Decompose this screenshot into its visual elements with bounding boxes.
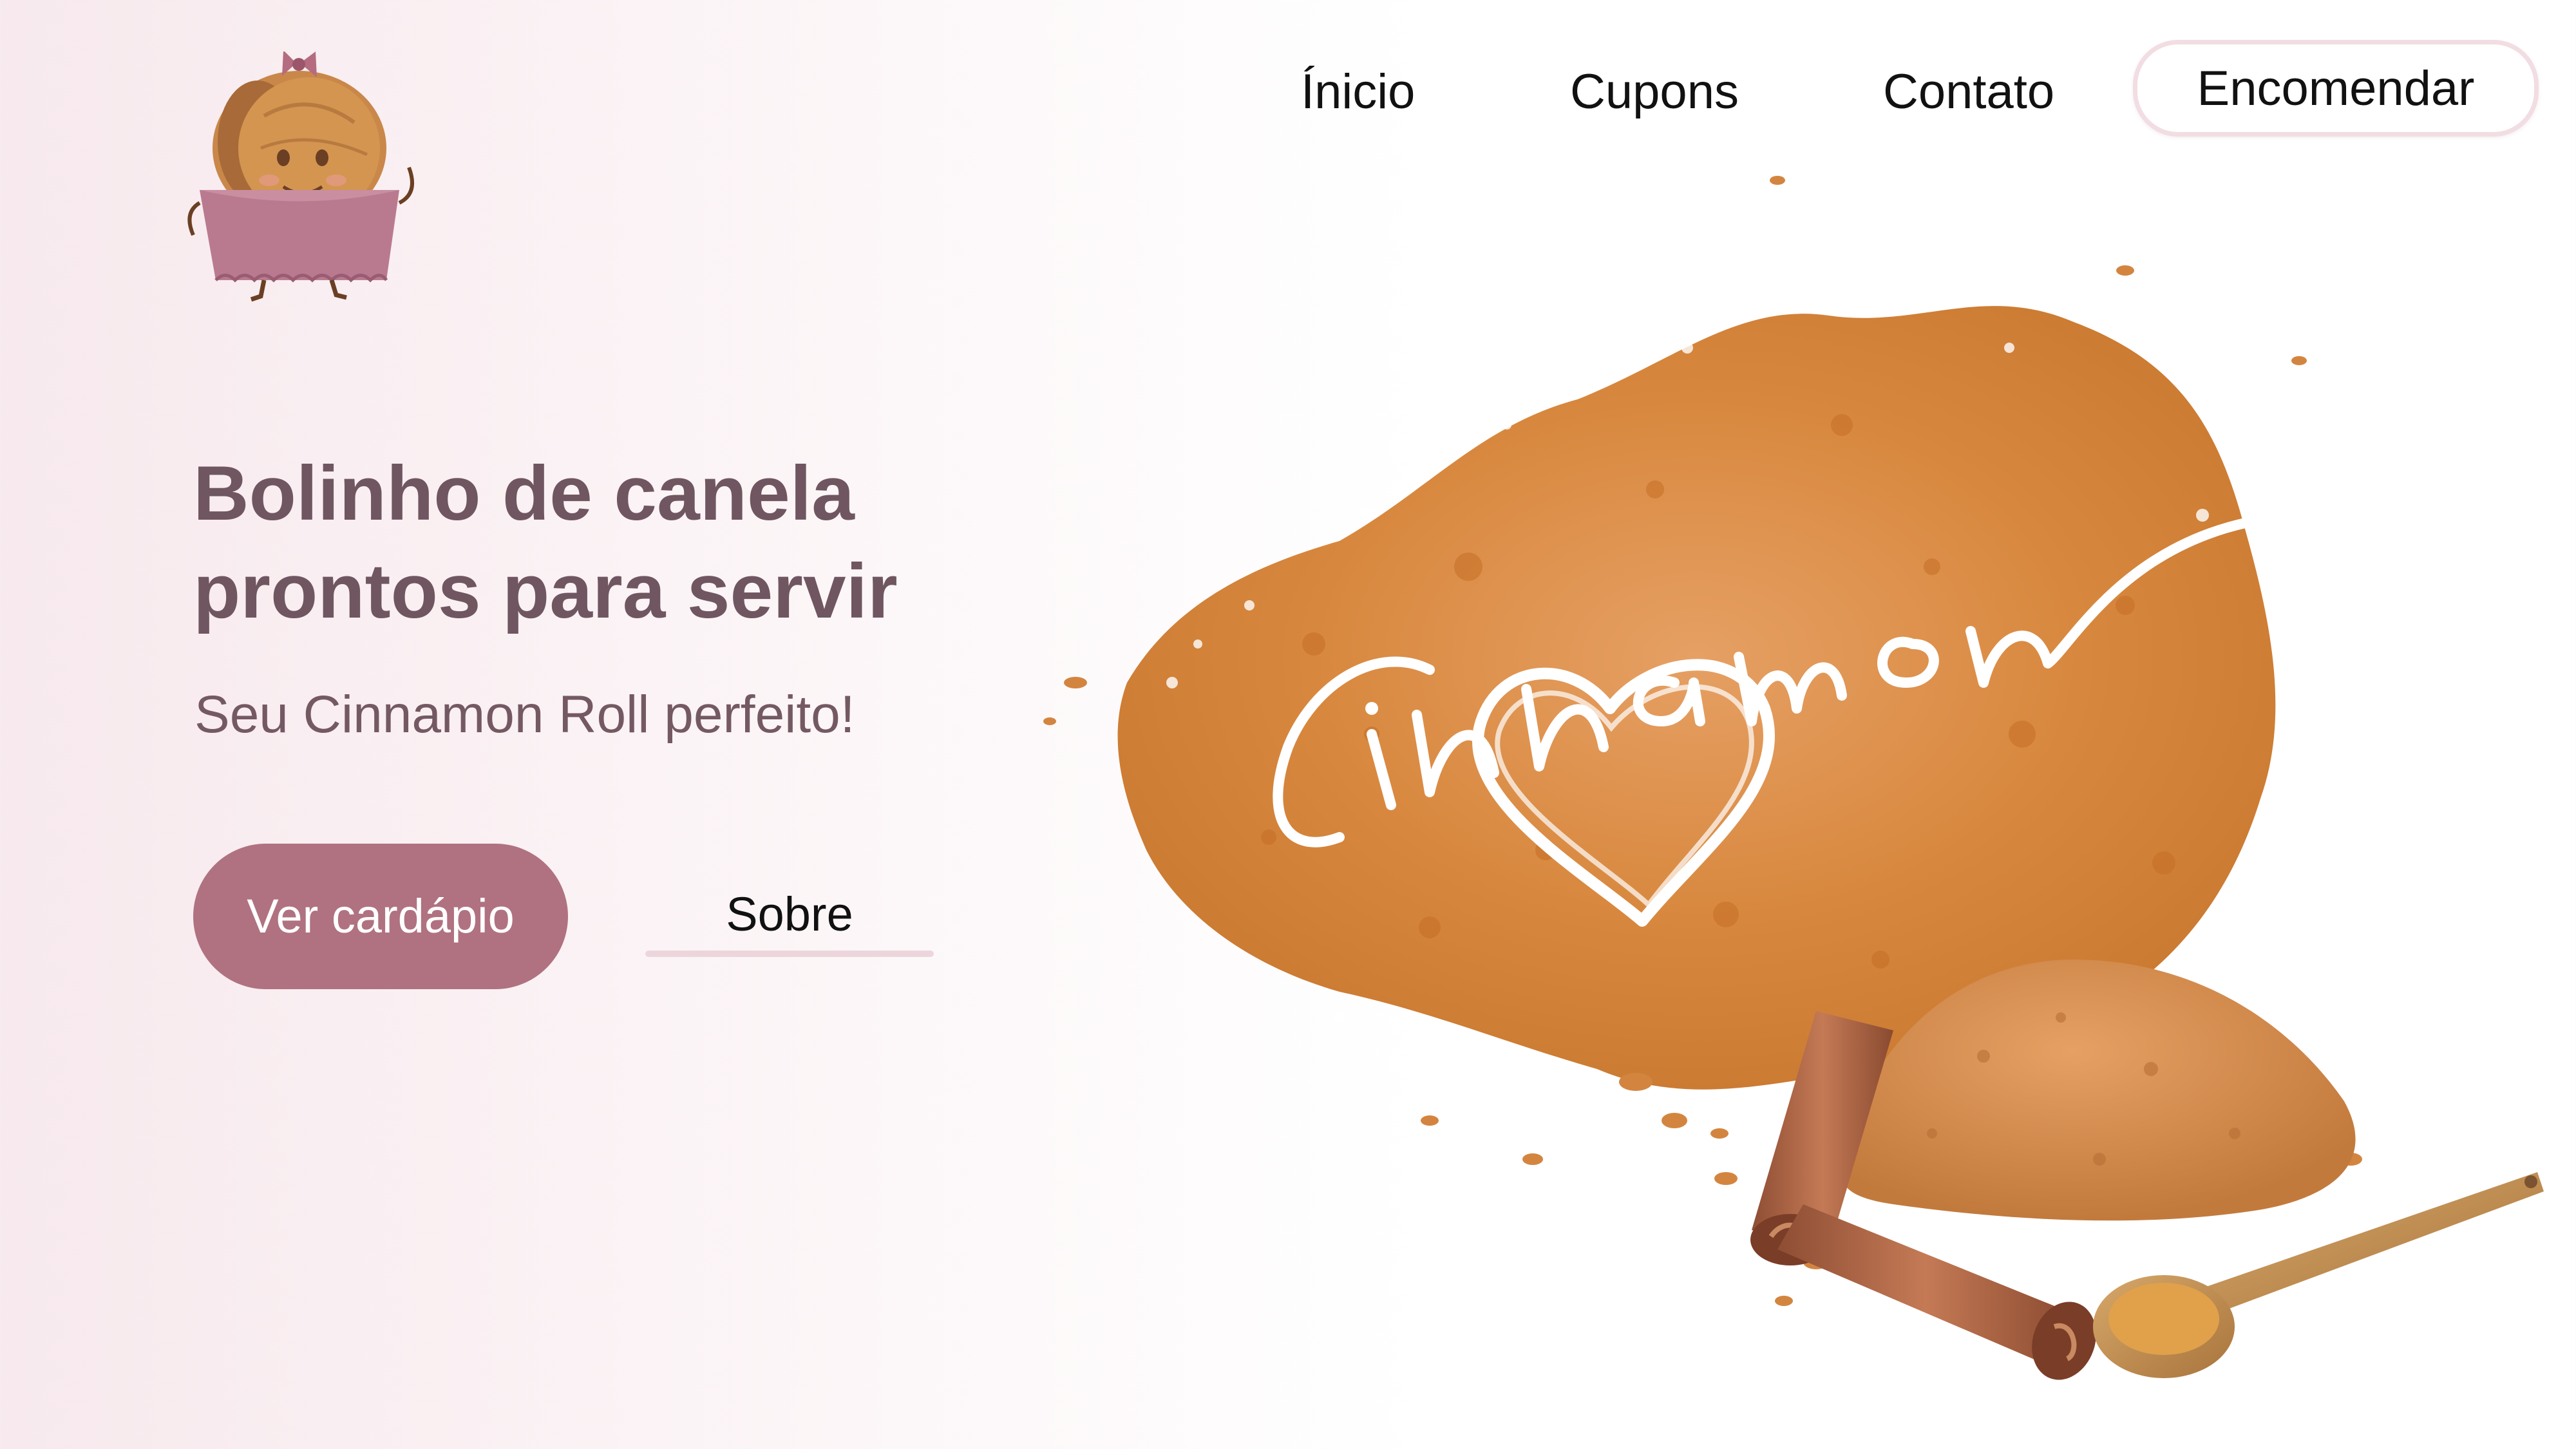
view-menu-button[interactable]: Ver cardápio — [193, 844, 568, 989]
hero-subtitle: Seu Cinnamon Roll perfeito! — [194, 685, 855, 744]
logo-mascot-icon[interactable] — [187, 50, 431, 303]
hero-title-line-1: Bolinho de canela — [193, 450, 855, 536]
order-button[interactable]: Encomendar — [2133, 40, 2539, 137]
hero-title-line-2: prontos para servir — [193, 548, 898, 634]
cinnamon-powder-heart-illustration — [979, 155, 2576, 1449]
about-link-underline — [645, 951, 934, 957]
nav-link-cupons[interactable]: Cupons — [1570, 61, 1739, 122]
about-link[interactable]: Sobre — [645, 882, 934, 947]
nav-link-contato[interactable]: Contato — [1883, 61, 2054, 122]
nav-link-inicio[interactable]: Ínicio — [1301, 61, 1415, 122]
hero-title: Bolinho de canela prontos para servir — [193, 444, 898, 640]
